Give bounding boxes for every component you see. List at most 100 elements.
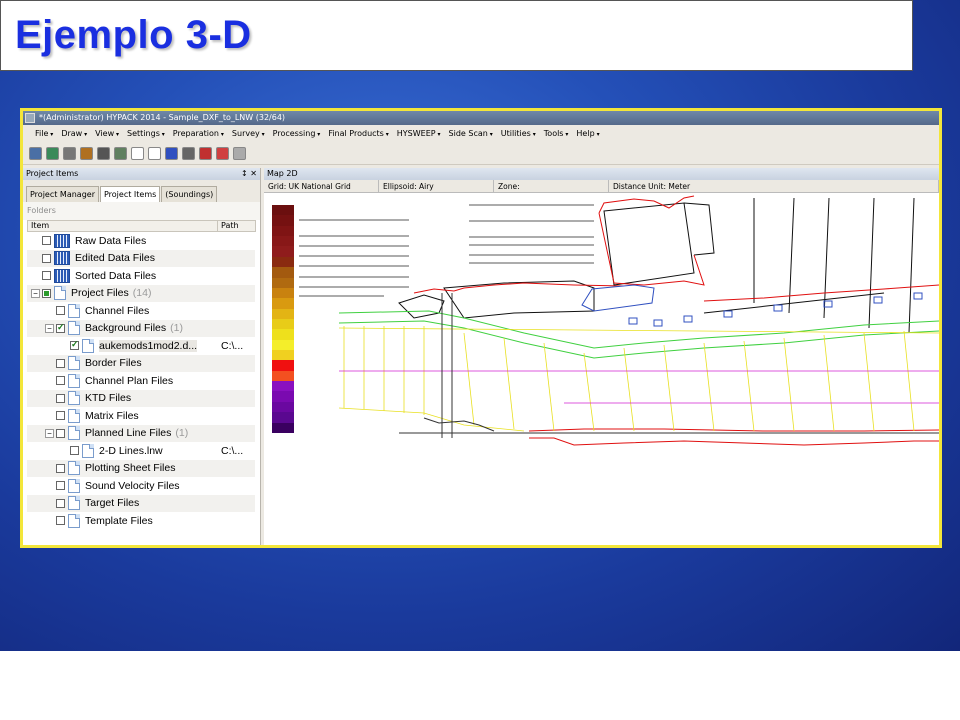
checkbox[interactable] <box>56 358 65 368</box>
mountain-icon[interactable] <box>216 147 229 160</box>
checkbox[interactable] <box>56 376 65 386</box>
checkbox[interactable] <box>70 339 79 351</box>
tree-item-label: Target Files <box>85 497 140 510</box>
data-grid-icon <box>54 251 70 266</box>
menu-settings[interactable]: Settings <box>123 127 169 141</box>
tree-row[interactable]: Edited Data Files <box>27 249 255 267</box>
checkbox[interactable] <box>56 498 65 508</box>
file-icon <box>68 513 80 528</box>
map-planned-lines <box>338 326 939 432</box>
map-reference-lines <box>299 204 594 297</box>
document-icon[interactable] <box>131 147 144 160</box>
tab-project-items[interactable]: Project Items <box>99 186 161 202</box>
item-path: C:\... <box>221 339 244 352</box>
menu-file[interactable]: File <box>31 127 57 141</box>
tab-soundings[interactable]: (Soundings) <box>161 186 218 202</box>
tree-row[interactable]: − Planned Line Files (1) <box>27 424 255 442</box>
checkbox[interactable] <box>56 428 65 438</box>
tree-row[interactable]: Raw Data Files <box>27 232 255 250</box>
tree-row[interactable]: − Project Files (14) <box>27 284 255 302</box>
pane-tabs: Project Manager Project Items (Soundings) <box>23 180 260 202</box>
project-tree: Raw Data Files Edited Data Files Sorted Da… <box>27 232 255 530</box>
project-items-pane: Project Items ↕ ✕ Project Manager Project… <box>23 168 261 545</box>
tree-row[interactable]: Template Files <box>27 512 255 530</box>
tree-row[interactable]: Plotting Sheet Files <box>27 459 255 477</box>
tree-item-label: Raw Data Files <box>75 234 147 247</box>
tree-item-label: Edited Data Files <box>75 252 155 265</box>
survey-boat-icon[interactable] <box>114 147 127 160</box>
ruler-icon[interactable] <box>199 147 212 160</box>
tree-item-label: Project Files <box>71 287 129 300</box>
app-icon <box>25 113 35 123</box>
map-tab[interactable]: Map 2D <box>264 168 939 180</box>
checkbox[interactable] <box>56 322 65 333</box>
column-item[interactable]: Item <box>28 221 218 231</box>
tree-row[interactable]: Target Files <box>27 494 255 512</box>
menu-final-products[interactable]: Final Products <box>324 127 392 141</box>
menu-view[interactable]: View <box>91 127 123 141</box>
tree-item-label: Sorted Data Files <box>75 269 157 282</box>
pane-header: Project Items ↕ ✕ <box>23 168 260 180</box>
collapse-icon[interactable]: − <box>45 323 54 333</box>
checkbox[interactable] <box>56 481 65 491</box>
checkbox[interactable] <box>56 516 65 526</box>
globe-icon[interactable] <box>46 147 59 160</box>
checkbox[interactable] <box>56 393 65 403</box>
tree-row[interactable]: Matrix Files <box>27 407 255 425</box>
toolbar <box>23 143 939 165</box>
tree-row[interactable]: Border Files <box>27 354 255 372</box>
menu-processing[interactable]: Processing <box>269 127 325 141</box>
book-icon[interactable] <box>148 147 161 160</box>
line-icon[interactable] <box>97 147 110 160</box>
column-path[interactable]: Path <box>218 221 255 231</box>
tree-row[interactable]: Sorted Data Files <box>27 267 255 285</box>
save-icon[interactable] <box>29 147 42 160</box>
checkbox[interactable] <box>42 236 51 246</box>
map-buildings <box>398 197 915 334</box>
pane-title: Project Items <box>26 169 79 178</box>
file-icon <box>68 408 80 423</box>
tree-row[interactable]: Sound Velocity Files <box>27 477 255 495</box>
menu-help[interactable]: Help <box>572 127 603 141</box>
checkbox[interactable] <box>42 271 51 281</box>
tab-project-manager[interactable]: Project Manager <box>26 186 99 202</box>
menu-utilities[interactable]: Utilities <box>497 127 540 141</box>
checkbox[interactable] <box>56 306 65 316</box>
tree-item-label: Template Files <box>85 514 153 527</box>
tree-row[interactable]: 2-D Lines.lnw C:\... <box>27 442 255 460</box>
menu-side-scan[interactable]: Side Scan <box>445 127 497 141</box>
map-info-field: Grid: UK National Grid <box>264 180 379 192</box>
checkbox[interactable] <box>56 411 65 421</box>
tree-row[interactable]: KTD Files <box>27 389 255 407</box>
map-info-field: Zone: <box>494 180 609 192</box>
menu-preparation[interactable]: Preparation <box>169 127 228 141</box>
collapse-icon[interactable]: − <box>31 288 40 298</box>
pane-header-buttons[interactable]: ↕ ✕ <box>241 168 257 180</box>
checkbox[interactable] <box>42 288 51 298</box>
tree-item-label: Channel Plan Files <box>85 374 174 387</box>
tree-row[interactable]: − Background Files(1) <box>27 319 255 337</box>
tree-item-label: Matrix Files <box>85 409 139 422</box>
chart-icon[interactable] <box>63 147 76 160</box>
tree-item-label: Planned Line Files <box>85 427 172 440</box>
tree-row[interactable]: aukemods1mod2.d... C:\... <box>27 337 255 355</box>
tree-row[interactable]: Channel Plan Files <box>27 372 255 390</box>
pencil-icon[interactable] <box>80 147 93 160</box>
menu-draw[interactable]: Draw <box>57 127 91 141</box>
collapse-icon[interactable]: − <box>45 428 54 438</box>
checkbox[interactable] <box>56 463 65 473</box>
database-icon[interactable] <box>233 147 246 160</box>
checkbox[interactable] <box>70 446 79 456</box>
graph-icon[interactable] <box>165 147 178 160</box>
menu-hysweep[interactable]: HYSWEEP <box>393 127 445 141</box>
file-icon <box>68 321 80 336</box>
menu-bar: FileDrawViewSettingsPreparationSurveyPro… <box>23 127 939 141</box>
slide-title: Ejemplo 3-D <box>15 13 252 57</box>
target-icon[interactable] <box>182 147 195 160</box>
map-info-field: Ellipsoid: Airy <box>379 180 494 192</box>
checkbox[interactable] <box>42 253 51 263</box>
map-canvas[interactable] <box>264 193 939 545</box>
menu-tools[interactable]: Tools <box>540 127 573 141</box>
tree-row[interactable]: Channel Files <box>27 302 255 320</box>
menu-survey[interactable]: Survey <box>228 127 269 141</box>
